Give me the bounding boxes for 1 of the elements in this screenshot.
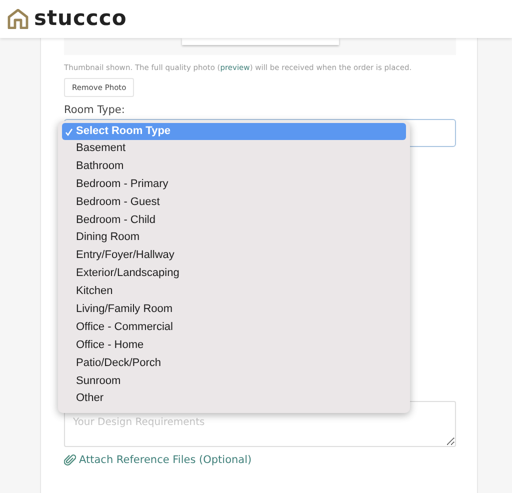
room-type-label: Room Type: bbox=[64, 104, 125, 116]
